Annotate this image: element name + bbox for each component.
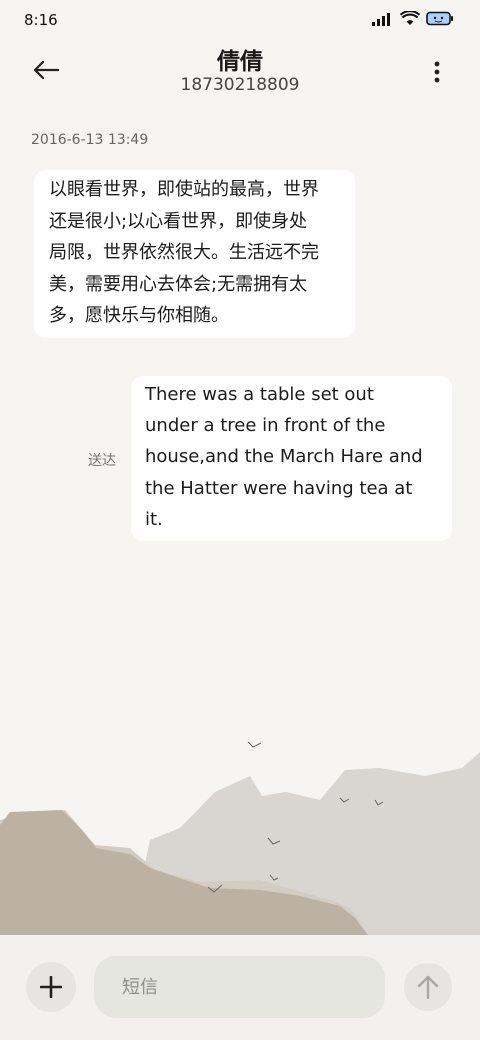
conversation-header: 倩倩 18730218809	[0, 40, 480, 110]
contact-name: 倩倩	[217, 49, 263, 75]
message-timestamp: 2016-6-13 13:49	[31, 132, 149, 148]
arrow-up-icon	[417, 975, 439, 999]
message-line: under a tree in front of the	[145, 415, 386, 437]
delivery-status: 送达	[88, 453, 116, 469]
status-bar: 8:16	[0, 0, 480, 40]
status-icons	[372, 10, 454, 30]
message-line: 还是很小;以心看世界，即使身处	[49, 210, 308, 232]
message-line: There was a table set out	[145, 384, 374, 405]
more-vertical-icon	[434, 61, 440, 83]
message-line: 局限，世界依然很大。生活远不完	[49, 242, 319, 263]
contact-number: 18730218809	[180, 75, 300, 95]
message-line: it.	[145, 508, 163, 530]
wifi-icon	[399, 10, 421, 30]
outgoing-message-bubble[interactable]: There was a table set out under a tree i…	[131, 376, 452, 542]
message-input[interactable]	[94, 956, 385, 1018]
signal-icon	[372, 11, 394, 30]
message-input-container	[94, 956, 385, 1018]
compose-bar	[0, 935, 480, 1040]
message-line: 美，需要用心去体会;无需拥有太	[49, 273, 308, 295]
messaging-screen: 8:16 倩倩 18730218809 2016-6-13 13:49 以眼看世…	[0, 0, 480, 1040]
status-time: 8:16	[24, 11, 58, 29]
incoming-message-bubble[interactable]: 以眼看世界，即使站的最高，世界 还是很小;以心看世界，即使身处 局限，世界依然很…	[34, 170, 355, 338]
message-line: 多，愿快乐与你相随。	[49, 305, 229, 326]
battery-icon	[426, 11, 454, 30]
message-line: house,and the March Hare and	[145, 446, 423, 468]
plus-icon	[40, 976, 62, 998]
send-button[interactable]	[404, 963, 452, 1011]
mountain-scenery-illustration	[0, 741, 480, 935]
add-attachment-button[interactable]	[26, 962, 76, 1012]
more-options-button[interactable]	[422, 52, 452, 92]
message-line: 以眼看世界，即使站的最高，世界	[49, 179, 319, 200]
message-line: the Hatter were having tea at	[145, 477, 413, 499]
